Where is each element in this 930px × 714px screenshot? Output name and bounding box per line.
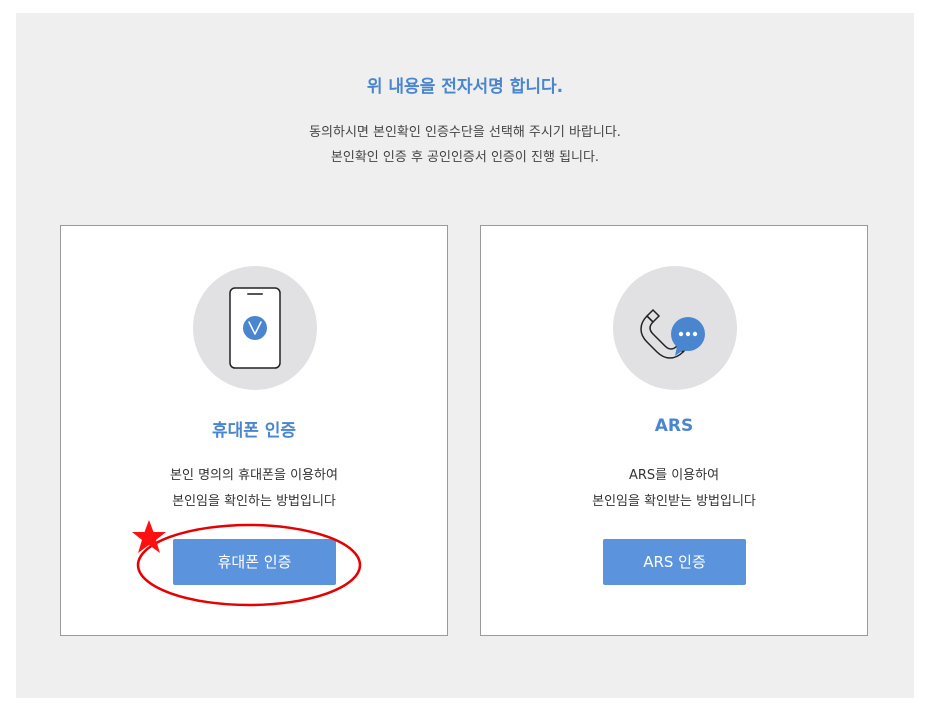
ars-icon-circle bbox=[613, 266, 737, 390]
ars-card-desc-line2: 본인임을 확인받는 방법입니다 bbox=[592, 494, 756, 509]
ars-card-desc-line1: ARS를 이용하여 bbox=[628, 468, 720, 483]
ars-auth-card: ARS ARS를 이용하여 본인임을 확인받는 방법입니다 ARS 인증 bbox=[480, 225, 868, 636]
phone-chat-icon bbox=[640, 308, 705, 359]
ars-card-title: ARS bbox=[654, 416, 694, 436]
page-heading: 위 내용을 전자서명 합니다. bbox=[366, 77, 564, 97]
ars-auth-button[interactable]: ARS 인증 bbox=[603, 539, 746, 585]
page-description-line2: 본인확인 인증 후 공인인증서 인증이 진행 됩니다. bbox=[330, 150, 600, 165]
phone-card-desc-line2: 본인임을 확인하는 방법입니다 bbox=[172, 494, 336, 509]
page-description-line1: 동의하시면 본인확인 인증수단을 선택해 주시기 바랍니다. bbox=[309, 125, 621, 140]
phone-icon-circle bbox=[193, 266, 317, 390]
smartphone-check-icon bbox=[229, 287, 281, 369]
phone-auth-card: 휴대폰 인증 본인 명의의 휴대폰을 이용하여 본인임을 확인하는 방법입니다 … bbox=[60, 225, 448, 636]
phone-auth-button[interactable]: 휴대폰 인증 bbox=[173, 539, 336, 585]
phone-card-title: 휴대폰 인증 bbox=[211, 421, 297, 441]
phone-card-desc-line1: 본인 명의의 휴대폰을 이용하여 bbox=[170, 468, 338, 483]
